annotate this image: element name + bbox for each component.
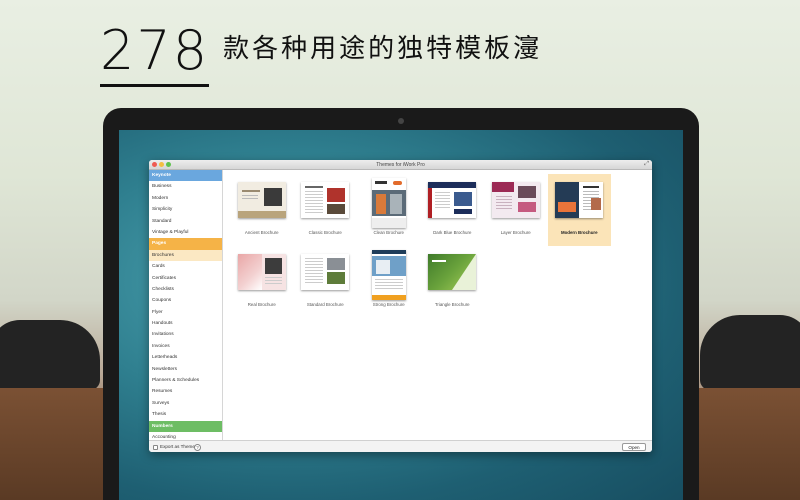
template-modern-brochure[interactable]: Modern Brochure bbox=[547, 174, 611, 246]
category-sidebar: Keynote Business Modern Simplicity Stand… bbox=[149, 170, 223, 440]
template-real-brochure[interactable]: Real Brochure bbox=[230, 246, 294, 318]
sidebar-item-invoices[interactable]: Invoices bbox=[149, 341, 222, 352]
template-label: Layer Brochure bbox=[500, 230, 531, 235]
template-thumbnail bbox=[555, 182, 604, 218]
background-chair-left bbox=[0, 320, 100, 390]
window-bottom-bar: Export as Theme ? Open bbox=[149, 440, 652, 452]
template-dark-blue-brochure[interactable]: Dark Blue Brochure bbox=[421, 174, 485, 246]
template-label: Ancient Brochure bbox=[244, 230, 279, 235]
template-triangle-brochure[interactable]: Triangle Brochure bbox=[421, 246, 485, 318]
export-as-theme-label: Export as Theme bbox=[160, 444, 195, 449]
template-strong-brochure[interactable]: Strong Brochure bbox=[357, 246, 421, 318]
template-label: Clean Brochure bbox=[373, 230, 404, 235]
sidebar-item-business[interactable]: Business bbox=[149, 181, 222, 192]
sidebar-item-thesis[interactable]: Thesis bbox=[149, 409, 222, 420]
template-label: Classic Brochure bbox=[308, 230, 342, 235]
background-chair-right bbox=[700, 315, 800, 390]
sidebar-item-cards[interactable]: Cards bbox=[149, 261, 222, 272]
open-button[interactable]: Open bbox=[622, 443, 646, 451]
template-thumbnail bbox=[428, 182, 477, 218]
themes-window: Themes for iWork Pro ⤢ Keynote Business … bbox=[149, 160, 652, 452]
template-layer-brochure[interactable]: Layer Brochure bbox=[484, 174, 548, 246]
sidebar-item-invitations[interactable]: Invitations bbox=[149, 329, 222, 340]
template-thumbnail bbox=[301, 182, 350, 218]
laptop-frame: Themes for iWork Pro ⤢ Keynote Business … bbox=[103, 108, 699, 500]
window-title: Themes for iWork Pro bbox=[376, 162, 425, 168]
camera-icon bbox=[398, 118, 404, 124]
window-titlebar: Themes for iWork Pro ⤢ bbox=[149, 160, 652, 170]
template-thumbnail bbox=[428, 254, 477, 290]
sidebar-item-checklists[interactable]: Checklists bbox=[149, 284, 222, 295]
template-gallery: Ancient Brochure Classic Brochure Clean … bbox=[224, 170, 652, 440]
headline-number: 278 bbox=[100, 20, 210, 87]
template-label: Standard Brochure bbox=[306, 302, 344, 307]
laptop-screen: Themes for iWork Pro ⤢ Keynote Business … bbox=[119, 130, 683, 500]
template-thumbnail bbox=[491, 182, 540, 218]
sidebar-item-newsletters[interactable]: Newsletters bbox=[149, 364, 222, 375]
sidebar-header-pages[interactable]: Pages bbox=[149, 238, 222, 250]
template-label: Triangle Brochure bbox=[434, 302, 470, 307]
window-controls bbox=[152, 162, 171, 167]
sidebar-item-planners-schedules[interactable]: Planners & Schedules bbox=[149, 375, 222, 386]
template-label: Modern Brochure bbox=[560, 230, 598, 235]
minimize-icon[interactable] bbox=[159, 162, 164, 167]
template-thumbnail bbox=[371, 178, 406, 228]
sidebar-item-flyer[interactable]: Flyer bbox=[149, 307, 222, 318]
sidebar-item-certificates[interactable]: Certificates bbox=[149, 273, 222, 284]
sidebar-item-simplicity[interactable]: Simplicity bbox=[149, 204, 222, 215]
sidebar-item-brochures[interactable]: Brochures bbox=[149, 249, 222, 262]
sidebar-item-surveys[interactable]: Surveys bbox=[149, 398, 222, 409]
template-thumbnail bbox=[237, 254, 286, 290]
template-classic-brochure[interactable]: Classic Brochure bbox=[294, 174, 358, 246]
sidebar-header-numbers[interactable]: Numbers bbox=[149, 420, 222, 432]
sidebar-item-modern[interactable]: Modern bbox=[149, 193, 222, 204]
template-clean-brochure[interactable]: Clean Brochure bbox=[357, 174, 421, 246]
template-thumbnail bbox=[237, 182, 286, 218]
template-label: Real Brochure bbox=[247, 302, 276, 307]
fullscreen-icon[interactable]: ⤢ bbox=[644, 161, 649, 168]
promo-headline: 278 款各种用途的独特模板濅 bbox=[100, 20, 542, 87]
close-icon[interactable] bbox=[152, 162, 157, 167]
headline-text: 款各种用途的独特模板濅 bbox=[223, 34, 543, 64]
zoom-icon[interactable] bbox=[166, 162, 171, 167]
sidebar-item-handouts[interactable]: Handouts bbox=[149, 318, 222, 329]
export-as-theme-checkbox[interactable] bbox=[153, 444, 158, 450]
help-icon[interactable]: ? bbox=[194, 443, 201, 451]
template-ancient-brochure[interactable]: Ancient Brochure bbox=[230, 174, 294, 246]
sidebar-header-keynote[interactable]: Keynote bbox=[149, 170, 222, 182]
sidebar-item-standard[interactable]: Standard bbox=[149, 216, 222, 227]
template-thumbnail bbox=[301, 254, 350, 290]
template-label: Dark Blue Brochure bbox=[433, 230, 472, 235]
sidebar-item-resumes[interactable]: Resumes bbox=[149, 386, 222, 397]
sidebar-item-vintage-playful[interactable]: Vintage & Playful bbox=[149, 227, 222, 238]
sidebar-item-letterheads[interactable]: Letterheads bbox=[149, 352, 222, 363]
template-label: Strong Brochure bbox=[372, 302, 405, 307]
sidebar-item-coupons[interactable]: Coupons bbox=[149, 295, 222, 306]
template-standard-brochure[interactable]: Standard Brochure bbox=[294, 246, 358, 318]
template-thumbnail bbox=[371, 250, 406, 300]
